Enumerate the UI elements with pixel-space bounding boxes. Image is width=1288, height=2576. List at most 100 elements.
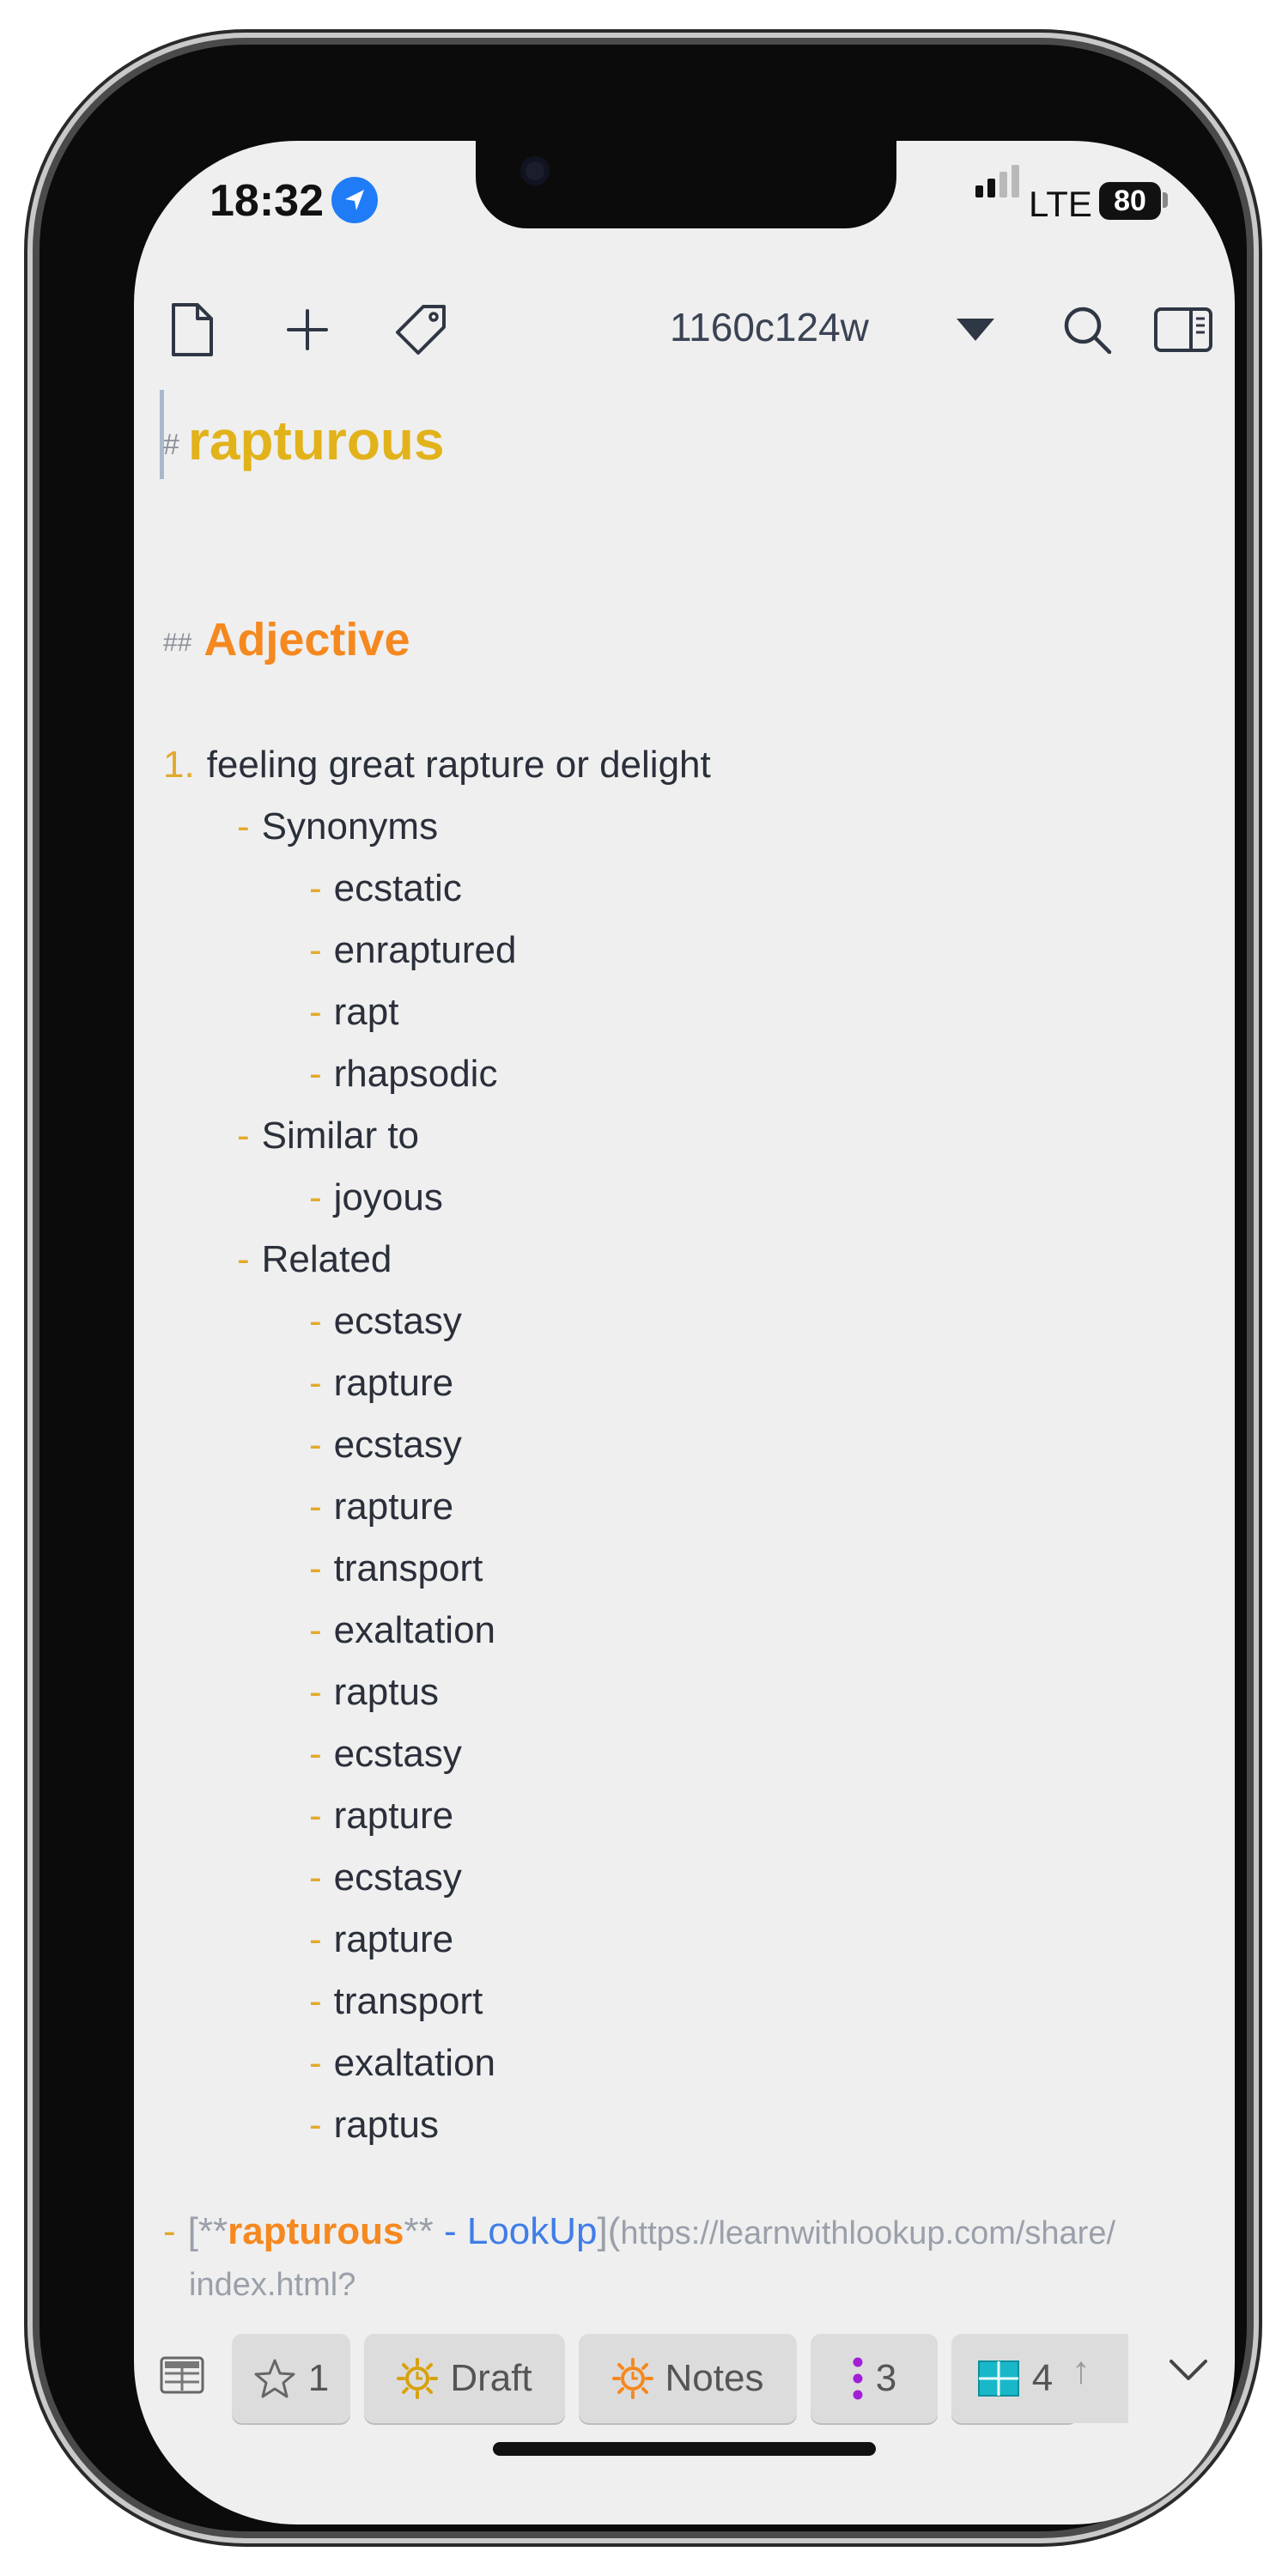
tables-chip[interactable]: 4 bbox=[951, 2334, 1078, 2423]
draft-chip[interactable]: Draft bbox=[364, 2334, 565, 2423]
list-item-text: ecstatic bbox=[333, 867, 462, 909]
list-item[interactable]: - ecstatic bbox=[309, 867, 462, 910]
list-dash: - bbox=[309, 1671, 322, 1713]
list-number: 1. bbox=[163, 744, 195, 786]
heading-2[interactable]: ## Adjective bbox=[163, 613, 410, 666]
up-arrow-icon: ↑ bbox=[1072, 2349, 1091, 2391]
link-dash: - bbox=[163, 2210, 176, 2252]
list-dash: - bbox=[309, 1485, 322, 1528]
list-item[interactable]: - ecstasy bbox=[309, 1856, 462, 1899]
starred-chip[interactable]: 1 bbox=[232, 2334, 350, 2423]
home-indicator[interactable] bbox=[493, 2442, 876, 2456]
list-dash: - bbox=[309, 867, 322, 909]
list-item-text: transport bbox=[333, 1547, 483, 1589]
list-item[interactable]: - ecstasy bbox=[309, 1300, 462, 1343]
chip-label: Notes bbox=[665, 2357, 764, 2399]
list-dash: - bbox=[309, 929, 322, 971]
link-bold-word: rapturous bbox=[228, 2210, 404, 2252]
list-item[interactable]: - raptus bbox=[309, 1671, 439, 1714]
list-item[interactable]: - rapture bbox=[309, 1795, 453, 1838]
list-dash: - bbox=[237, 1115, 250, 1157]
list-item[interactable]: - rapture bbox=[309, 1918, 453, 1961]
location-arrow-icon bbox=[331, 177, 378, 223]
list-item[interactable]: - ecstasy bbox=[309, 1733, 462, 1776]
list-item[interactable]: - transport bbox=[309, 1980, 483, 2023]
list-dash: - bbox=[309, 1053, 322, 1095]
editor-toolbar: 1160c124w bbox=[134, 278, 1235, 381]
notch bbox=[476, 141, 896, 228]
lookup-link[interactable]: - [**rapturous** - LookUp](https://learnw… bbox=[163, 2210, 1115, 2253]
tag-icon[interactable] bbox=[386, 278, 455, 381]
h1-text: rapturous bbox=[187, 410, 445, 471]
list-item-text: rapture bbox=[333, 1485, 454, 1528]
list-dash: - bbox=[309, 1424, 322, 1466]
link-close-mark: ]( bbox=[597, 2210, 621, 2252]
plus-icon[interactable] bbox=[273, 278, 342, 381]
list-item-text: exaltation bbox=[333, 1609, 496, 1651]
table-icon bbox=[977, 2360, 1019, 2397]
search-icon[interactable] bbox=[1053, 278, 1121, 381]
list-item[interactable]: - raptus bbox=[309, 2104, 439, 2147]
list-item[interactable]: - exaltation bbox=[309, 1609, 495, 1652]
list-item[interactable]: - ecstasy bbox=[309, 1424, 462, 1467]
battery-nub bbox=[1163, 192, 1168, 208]
note-title-button[interactable]: 1160c124w bbox=[670, 304, 869, 350]
list-item[interactable]: - joyous bbox=[309, 1176, 443, 1219]
list-dash: - bbox=[309, 1176, 322, 1218]
list-item[interactable]: - rapture bbox=[309, 1485, 453, 1528]
list-dash: - bbox=[309, 1609, 322, 1651]
list-item-text: rhapsodic bbox=[333, 1053, 498, 1095]
link-text: - LookUp bbox=[433, 2210, 598, 2252]
link-close-bold-mark: ** bbox=[404, 2210, 434, 2252]
section-label[interactable]: - Similar to bbox=[237, 1115, 419, 1157]
list-item[interactable]: - rapture bbox=[309, 1362, 453, 1405]
list-dash: - bbox=[309, 2104, 322, 2146]
grid-icon[interactable] bbox=[160, 2356, 204, 2398]
list-dash: - bbox=[309, 1856, 322, 1899]
list-item[interactable]: - exaltation bbox=[309, 2042, 495, 2085]
definition-line[interactable]: 1. feeling great rapture or delight bbox=[163, 744, 711, 787]
list-dash: - bbox=[309, 1980, 322, 2022]
link-url-continued: index.html? bbox=[189, 2267, 356, 2303]
list-item-text: exaltation bbox=[333, 2042, 496, 2084]
link-url: https://learnwithlookup.com/share/ bbox=[620, 2215, 1116, 2251]
dropdown-caret-icon[interactable] bbox=[941, 278, 1010, 381]
count-chip[interactable]: 3 bbox=[811, 2334, 938, 2423]
list-dash: - bbox=[309, 1300, 322, 1342]
list-item-text: raptus bbox=[333, 1671, 439, 1713]
list-dash: - bbox=[309, 991, 322, 1033]
list-dash: - bbox=[309, 1547, 322, 1589]
list-dash: - bbox=[309, 1362, 322, 1404]
notes-chip[interactable]: Notes bbox=[579, 2334, 797, 2423]
heading-1[interactable]: # rapturous bbox=[163, 409, 445, 472]
list-item[interactable]: - rhapsodic bbox=[309, 1053, 497, 1096]
chip-label: 1 bbox=[307, 2357, 330, 2399]
list-item-text: enraptured bbox=[333, 929, 517, 971]
h2-markdown-mark: ## bbox=[163, 628, 192, 657]
list-item-text: ecstasy bbox=[333, 1424, 462, 1466]
network-type: LTE bbox=[1029, 184, 1092, 224]
list-item[interactable]: - transport bbox=[309, 1547, 483, 1590]
list-item-text: rapture bbox=[333, 1918, 454, 1960]
chip-label: Draft bbox=[450, 2357, 532, 2399]
list-item[interactable]: - enraptured bbox=[309, 929, 516, 972]
status-time: 18:32 bbox=[210, 176, 324, 226]
list-item[interactable]: - rapt bbox=[309, 991, 398, 1034]
list-item-text: raptus bbox=[333, 2104, 439, 2146]
section-label[interactable]: - Related bbox=[237, 1238, 392, 1281]
list-item-text: ecstasy bbox=[333, 1733, 462, 1775]
screen: 18:32 LTE 80 1160c124w # rapturous ## Ad… bbox=[134, 141, 1235, 2524]
list-item-text: ecstasy bbox=[333, 1300, 462, 1342]
sun-icon bbox=[611, 2358, 653, 2399]
list-item-text: joyous bbox=[333, 1176, 443, 1218]
phone-frame: 18:32 LTE 80 1160c124w # rapturous ## Ad… bbox=[39, 45, 1247, 2531]
list-item-text: rapt bbox=[333, 991, 399, 1033]
new-document-icon[interactable] bbox=[158, 278, 227, 381]
h1-markdown-mark: # bbox=[163, 428, 179, 461]
section-label[interactable]: - Synonyms bbox=[237, 805, 438, 848]
sidebar-toggle-icon[interactable] bbox=[1149, 278, 1218, 381]
power-button bbox=[1247, 721, 1259, 987]
list-dash: - bbox=[309, 1918, 322, 1960]
chevron-down-icon[interactable] bbox=[1168, 2358, 1209, 2388]
chip-label: 3 bbox=[875, 2357, 897, 2399]
